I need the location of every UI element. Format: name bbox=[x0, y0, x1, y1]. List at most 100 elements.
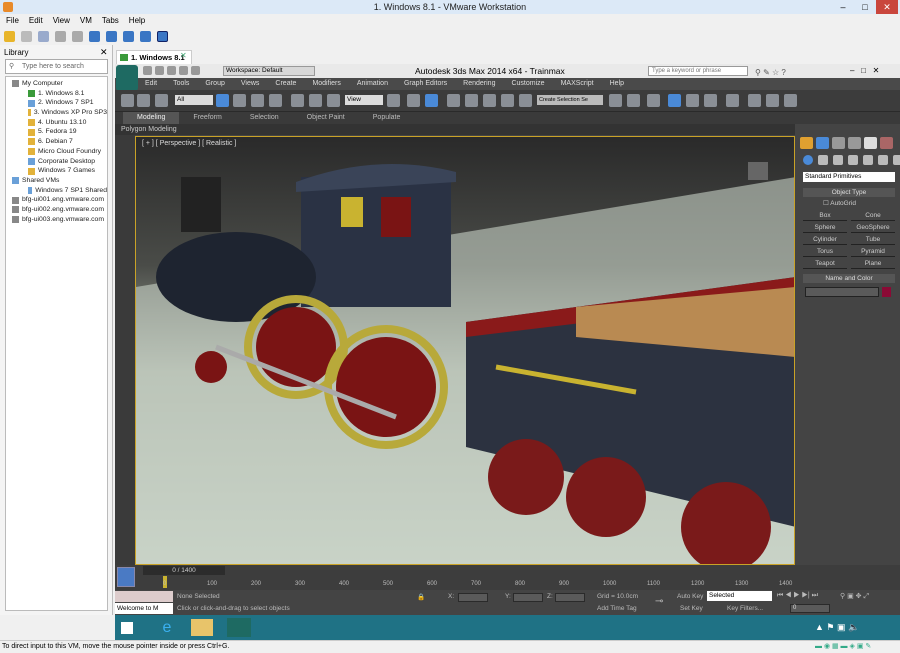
cylinder-button[interactable]: Cylinder bbox=[803, 235, 847, 245]
layer-manager-icon[interactable] bbox=[647, 94, 660, 107]
named-selection-set-dropdown[interactable]: Create Selection Se bbox=[537, 95, 603, 105]
mini-listener-icon[interactable] bbox=[117, 567, 135, 587]
select-manipulate-icon[interactable] bbox=[407, 94, 420, 107]
material-editor-icon[interactable] bbox=[726, 94, 739, 107]
console-view-icon[interactable] bbox=[157, 31, 168, 42]
viewcube-icon[interactable] bbox=[748, 162, 768, 180]
helpers-icon[interactable] bbox=[863, 155, 873, 165]
send-keys-icon[interactable] bbox=[21, 31, 32, 42]
internet-explorer-icon[interactable]: e bbox=[155, 618, 179, 637]
ribbon-tab-freeform[interactable]: Freeform bbox=[179, 112, 235, 124]
pyramid-button[interactable]: Pyramid bbox=[851, 247, 895, 257]
redo-icon[interactable] bbox=[191, 66, 200, 75]
tree-item[interactable]: Corporate Desktop bbox=[6, 157, 107, 167]
max-search-input[interactable]: Type a keyword or phrase bbox=[648, 66, 748, 76]
timeline-ruler[interactable]: 0 100 200 300 400 500 600 700 800 900 1000 1100 1200… bbox=[163, 576, 792, 590]
menu-edit[interactable]: Edit bbox=[29, 14, 43, 28]
teapot-button[interactable]: Teapot bbox=[803, 259, 847, 269]
unlink-icon[interactable] bbox=[137, 94, 150, 107]
cameras-icon[interactable] bbox=[848, 155, 858, 165]
current-frame-input[interactable]: 0 bbox=[790, 604, 830, 613]
render-setup-icon[interactable] bbox=[748, 94, 761, 107]
geometry-icon[interactable] bbox=[803, 155, 813, 165]
max-menu-maxscript[interactable]: MAXScript bbox=[561, 78, 594, 90]
keyboard-shortcut-override-icon[interactable] bbox=[425, 94, 438, 107]
ribbon-tab-object-paint[interactable]: Object Paint bbox=[293, 112, 359, 124]
max-menu-create[interactable]: Create bbox=[275, 78, 296, 90]
box-button[interactable]: Box bbox=[803, 211, 847, 221]
max-menu-group[interactable]: Group bbox=[205, 78, 224, 90]
rectangular-selection-icon[interactable] bbox=[251, 94, 264, 107]
revert-snapshot-icon[interactable] bbox=[55, 31, 66, 42]
ribbon-tab-modeling[interactable]: Modeling bbox=[123, 112, 180, 124]
tree-item[interactable]: Shared VMs bbox=[6, 176, 107, 186]
snaps-toggle-icon[interactable] bbox=[447, 94, 460, 107]
max-menu-edit[interactable]: Edit bbox=[145, 78, 157, 90]
max-application-button[interactable] bbox=[116, 65, 138, 91]
maxscript-input[interactable]: Welcome to M bbox=[115, 603, 173, 614]
x-coordinate-input[interactable] bbox=[458, 593, 488, 602]
max-menu-customize[interactable]: Customize bbox=[511, 78, 544, 90]
device-status-icons[interactable]: ▬ ◉ ▦ ▬ ◈ ▣ ✎ bbox=[815, 641, 871, 653]
spinner-snap-icon[interactable] bbox=[501, 94, 514, 107]
ribbon-tab-selection[interactable]: Selection bbox=[236, 112, 293, 124]
max-menu-help[interactable]: Help bbox=[610, 78, 624, 90]
open-file-icon[interactable] bbox=[155, 66, 164, 75]
snapshot-icon[interactable] bbox=[38, 31, 49, 42]
snapshot-manager-icon[interactable] bbox=[72, 31, 83, 42]
select-by-name-icon[interactable] bbox=[233, 94, 246, 107]
set-key-mode-icon[interactable]: ⊸ bbox=[655, 596, 663, 607]
select-object-icon[interactable] bbox=[216, 94, 229, 107]
rotate-icon[interactable] bbox=[309, 94, 322, 107]
max-menu-animation[interactable]: Animation bbox=[357, 78, 388, 90]
tree-item[interactable]: My Computer bbox=[6, 79, 107, 89]
maxscript-listener[interactable] bbox=[115, 591, 173, 602]
object-name-input[interactable] bbox=[805, 287, 879, 297]
key-filters-button[interactable]: Key Filters... bbox=[727, 605, 763, 612]
tube-button[interactable]: Tube bbox=[851, 235, 895, 245]
ribbon-panel-polygon-modeling[interactable]: Polygon Modeling bbox=[115, 124, 795, 135]
lock-selection-icon[interactable]: 🔒 bbox=[417, 593, 425, 601]
move-icon[interactable] bbox=[291, 94, 304, 107]
library-close-button[interactable]: ✕ bbox=[100, 47, 108, 58]
bind-space-warp-icon[interactable] bbox=[155, 94, 168, 107]
mirror-icon[interactable] bbox=[609, 94, 622, 107]
full-screen-icon[interactable] bbox=[123, 31, 134, 42]
schematic-view-icon[interactable] bbox=[704, 94, 717, 107]
max-menu-rendering[interactable]: Rendering bbox=[463, 78, 495, 90]
modify-tab-icon[interactable] bbox=[816, 137, 829, 149]
tree-item[interactable]: 6. Debian 7 bbox=[6, 137, 107, 147]
scale-icon[interactable] bbox=[327, 94, 340, 107]
z-coordinate-input[interactable] bbox=[555, 593, 585, 602]
tree-item[interactable]: 1. Windows 8.1 bbox=[6, 89, 107, 99]
system-tray-icons[interactable]: ▲ ⚑ ▣ 🔈 bbox=[815, 622, 859, 633]
maximize-button[interactable]: □ bbox=[854, 0, 876, 14]
tree-item[interactable]: Windows 7 Games bbox=[6, 166, 107, 176]
object-type-rollout-header[interactable]: Object Type bbox=[803, 188, 895, 197]
new-file-icon[interactable] bbox=[143, 66, 152, 75]
plane-button[interactable]: Plane bbox=[851, 259, 895, 269]
window-crossing-icon[interactable] bbox=[269, 94, 282, 107]
max-menu-modifiers[interactable]: Modifiers bbox=[312, 78, 340, 90]
systems-icon[interactable] bbox=[893, 155, 900, 165]
max-window-controls[interactable]: – □ ✕ bbox=[850, 64, 879, 78]
tree-item[interactable]: Windows 7 SP1 Shared bbox=[6, 186, 107, 196]
max-menu-graph-editors[interactable]: Graph Editors bbox=[404, 78, 447, 90]
motion-tab-icon[interactable] bbox=[848, 137, 861, 149]
ribbon-toggle-icon[interactable] bbox=[668, 94, 681, 107]
y-coordinate-input[interactable] bbox=[513, 593, 543, 602]
workspace-dropdown[interactable]: Workspace: Default bbox=[223, 66, 315, 76]
viewport-navigation-controls[interactable]: ⚲ ▣ ✥ ⤢ bbox=[840, 592, 869, 601]
menu-vm[interactable]: VM bbox=[80, 14, 92, 28]
shapes-icon[interactable] bbox=[818, 155, 828, 165]
utilities-tab-icon[interactable] bbox=[880, 137, 893, 149]
tree-item[interactable]: 4. Ubuntu 13.10 bbox=[6, 118, 107, 128]
power-icon[interactable] bbox=[4, 31, 15, 42]
render-production-icon[interactable] bbox=[784, 94, 797, 107]
geosphere-button[interactable]: GeoSphere bbox=[851, 223, 895, 233]
tree-item[interactable]: bfg-ui003.eng.vmware.com bbox=[6, 215, 107, 225]
perspective-viewport[interactable]: [ + ] [ Perspective ] [ Realistic ] bbox=[135, 136, 795, 565]
name-color-rollout-header[interactable]: Name and Color bbox=[803, 274, 895, 283]
rendered-frame-window-icon[interactable] bbox=[766, 94, 779, 107]
tree-item[interactable]: bfg-ui001.eng.vmware.com bbox=[6, 195, 107, 205]
